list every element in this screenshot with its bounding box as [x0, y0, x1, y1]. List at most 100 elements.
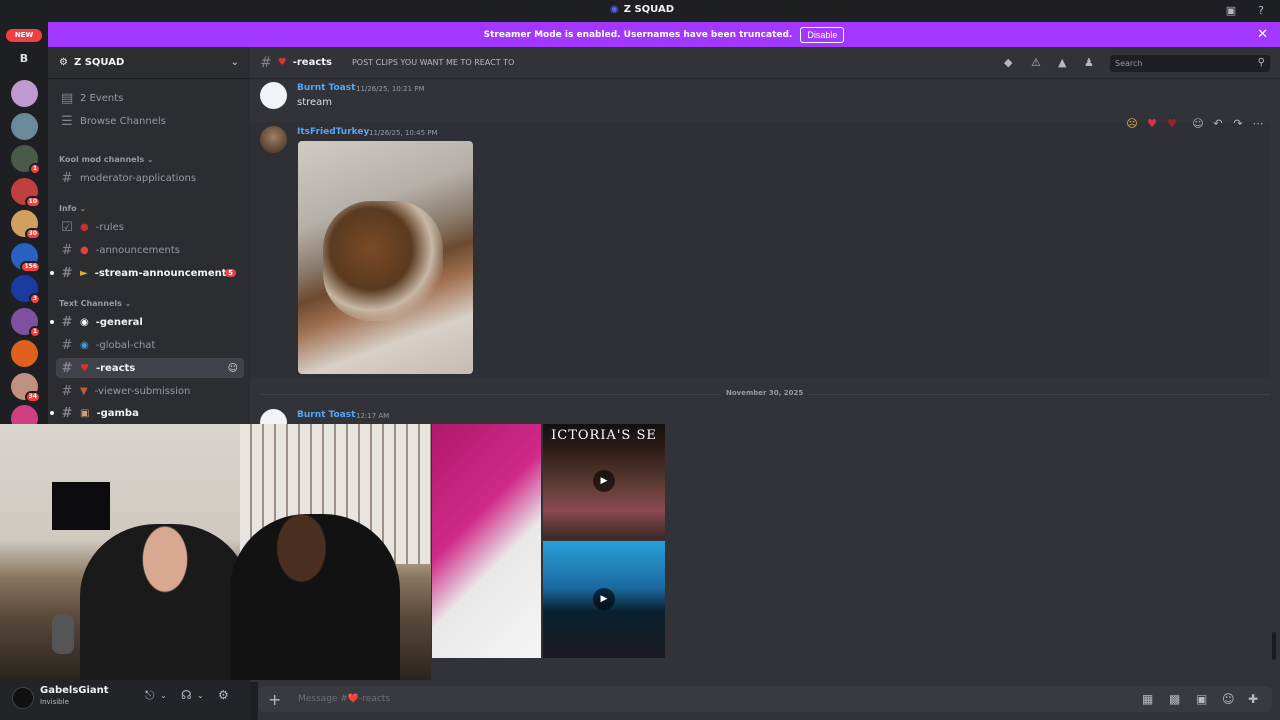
new-badge[interactable]: NEW [6, 29, 42, 42]
headphones-icon[interactable]: ☊ [181, 688, 192, 702]
video-brand-text: ICTORIA'S SE [551, 428, 657, 443]
hash-icon: # [61, 337, 73, 353]
message-action-bar: ☹ ♥ ♥ ☺ ↶ ↷ ⋯ [1125, 117, 1265, 130]
server-icon[interactable]: 1 [11, 307, 41, 338]
hash-icon: # [61, 242, 73, 258]
channel-global-chat[interactable]: # ◉ -global-chat [56, 335, 244, 355]
message-author[interactable]: Burnt Toast [297, 410, 355, 420]
calendar-icon: ▤ [61, 90, 74, 106]
guild-header[interactable]: ⚙ Z SQUAD ⌄ [48, 47, 250, 79]
server-icon[interactable] [11, 112, 38, 140]
avatar[interactable] [260, 82, 287, 109]
video-attachments: ICTORIA'S SE ▶ ▶ [432, 424, 665, 658]
category-info[interactable]: Info ⌄ [59, 204, 86, 213]
threads-icon[interactable]: ◆ [1004, 56, 1012, 69]
reaction-emoji-icon[interactable]: ♥ [1165, 117, 1179, 130]
guild-name: Z SQUAD [73, 57, 125, 68]
video-thumbnail[interactable]: ICTORIA'S SE ▶ [543, 424, 665, 539]
category-text-channels[interactable]: Text Channels ⌄ [59, 299, 131, 308]
add-reaction-icon[interactable]: ☺ [1191, 117, 1205, 130]
add-attachment-icon[interactable]: + [268, 690, 281, 709]
members-icon[interactable]: ♟ [1084, 56, 1094, 69]
disable-streamer-mode-button[interactable]: Disable [800, 26, 845, 43]
avatar[interactable] [260, 126, 287, 153]
forward-icon[interactable]: ↷ [1231, 117, 1245, 130]
discord-logo-icon: ◉ [610, 4, 619, 15]
channel-announcements[interactable]: # ● -announcements [56, 240, 244, 260]
gear-icon[interactable]: ⚙ [218, 688, 229, 702]
avatar[interactable] [12, 687, 34, 709]
server-icon[interactable]: 30 [11, 210, 41, 240]
server-icon[interactable]: 156 [11, 242, 41, 273]
server-mention-count: 3 [28, 293, 41, 305]
hash-icon: # [61, 314, 73, 330]
search-icon: ⚲ [1257, 57, 1265, 68]
banner-text: Streamer Mode is enabled. Usernames have… [483, 29, 793, 40]
sticker-icon[interactable]: ▣ [1196, 692, 1207, 706]
browse-channels-item[interactable]: ☰ Browse Channels [56, 111, 244, 131]
message-author[interactable]: ItsFriedTurkey [297, 127, 369, 137]
add-user-icon[interactable]: ☺ [228, 363, 238, 374]
help-icon[interactable]: ? [1254, 4, 1268, 18]
message-author[interactable]: Burnt Toast [297, 83, 355, 93]
message-input[interactable]: Message #❤️-reacts [298, 694, 390, 704]
crying-emoji-icon[interactable]: ☹ [1125, 117, 1139, 130]
more-icon[interactable]: ⋯ [1251, 117, 1265, 130]
streamer-mode-banner: Streamer Mode is enabled. Usernames have… [48, 22, 1280, 47]
play-icon[interactable]: ▶ [593, 470, 615, 492]
message-timestamp: 11/26/25, 10:21 PM [356, 85, 425, 93]
chevron-down-icon: ⌄ [230, 57, 239, 68]
message-input-box[interactable]: + Message #❤️-reacts ▦ ▩ ▣ ☺ ✚ [258, 686, 1272, 712]
video-thumbnail[interactable]: ▶ [543, 541, 665, 658]
server-icon[interactable]: 10 [11, 177, 41, 208]
chevron-down-icon[interactable]: ⌄ [197, 691, 204, 700]
server-icon[interactable] [11, 340, 38, 367]
server-mention-count: 1 [28, 163, 41, 175]
server-b[interactable]: B [12, 52, 36, 68]
guild-icon: ⚙ [59, 57, 68, 68]
hash-icon: # [61, 265, 73, 281]
channel-general[interactable]: # ◉ -general [50, 312, 244, 332]
hash-icon: # [61, 170, 73, 186]
screen-share-icon[interactable]: ▣ [1224, 4, 1238, 18]
server-icon[interactable]: 34 [11, 372, 41, 403]
server-icon[interactable] [11, 80, 38, 107]
date-divider-label: November 30, 2025 [720, 389, 810, 397]
bell-icon[interactable]: ⚠ [1031, 56, 1041, 69]
reply-icon[interactable]: ↶ [1211, 117, 1225, 130]
window-title: ◉ Z SQUAD [610, 4, 675, 15]
server-icon[interactable]: 1 [11, 145, 41, 175]
browse-icon: ☰ [61, 113, 73, 129]
heart-emoji-icon[interactable]: ♥ [1145, 117, 1159, 130]
server-mention-count: 1 [28, 325, 41, 338]
emoji-icon[interactable]: ☺ [1222, 692, 1235, 706]
play-icon[interactable]: ▶ [593, 588, 615, 610]
server-mention-count: 34 [24, 390, 41, 403]
chevron-down-icon[interactable]: ⌄ [160, 691, 167, 700]
server-mention-count: 10 [24, 195, 41, 208]
message-composer: + Message #❤️-reacts ▦ ▩ ▣ ☺ ✚ [258, 682, 1280, 720]
events-item[interactable]: ▤ 2 Events [56, 88, 244, 108]
scrollbar[interactable] [1272, 632, 1276, 660]
gift-icon[interactable]: ▦ [1142, 692, 1153, 706]
pin-icon[interactable]: ▲ [1058, 56, 1066, 69]
gif-icon[interactable]: ▩ [1169, 692, 1180, 706]
channel-gamba[interactable]: # ▣ -gamba [50, 403, 244, 423]
video-thumbnail[interactable] [432, 424, 541, 658]
hash-icon: # [260, 54, 272, 71]
channel-reacts[interactable]: # ♥ -reacts ☺ [56, 358, 244, 378]
image-attachment[interactable] [298, 141, 473, 374]
channel-stream-announcements[interactable]: # ► -stream-announcements 5 [50, 263, 244, 283]
close-icon[interactable]: ✕ [1257, 27, 1268, 42]
mic-icon[interactable]: ⎋ [145, 688, 155, 703]
search-input[interactable]: Search ⚲ [1110, 55, 1270, 72]
server-mention-count: 30 [24, 228, 41, 240]
server-icon[interactable]: 3 [11, 275, 41, 305]
channel-rules[interactable]: ☑ ● -rules [56, 217, 244, 237]
channel-moderator-applications[interactable]: # moderator-applications [56, 168, 244, 188]
apps-icon[interactable]: ✚ [1248, 692, 1258, 706]
category-kool-mod[interactable]: Kool mod channels ⌄ [59, 155, 154, 164]
username[interactable]: GabelsGiant [40, 685, 109, 696]
message-timestamp: 11/26/25, 10:45 PM [369, 129, 438, 137]
channel-viewer-submission[interactable]: # ▼ -viewer-submission [56, 381, 244, 401]
